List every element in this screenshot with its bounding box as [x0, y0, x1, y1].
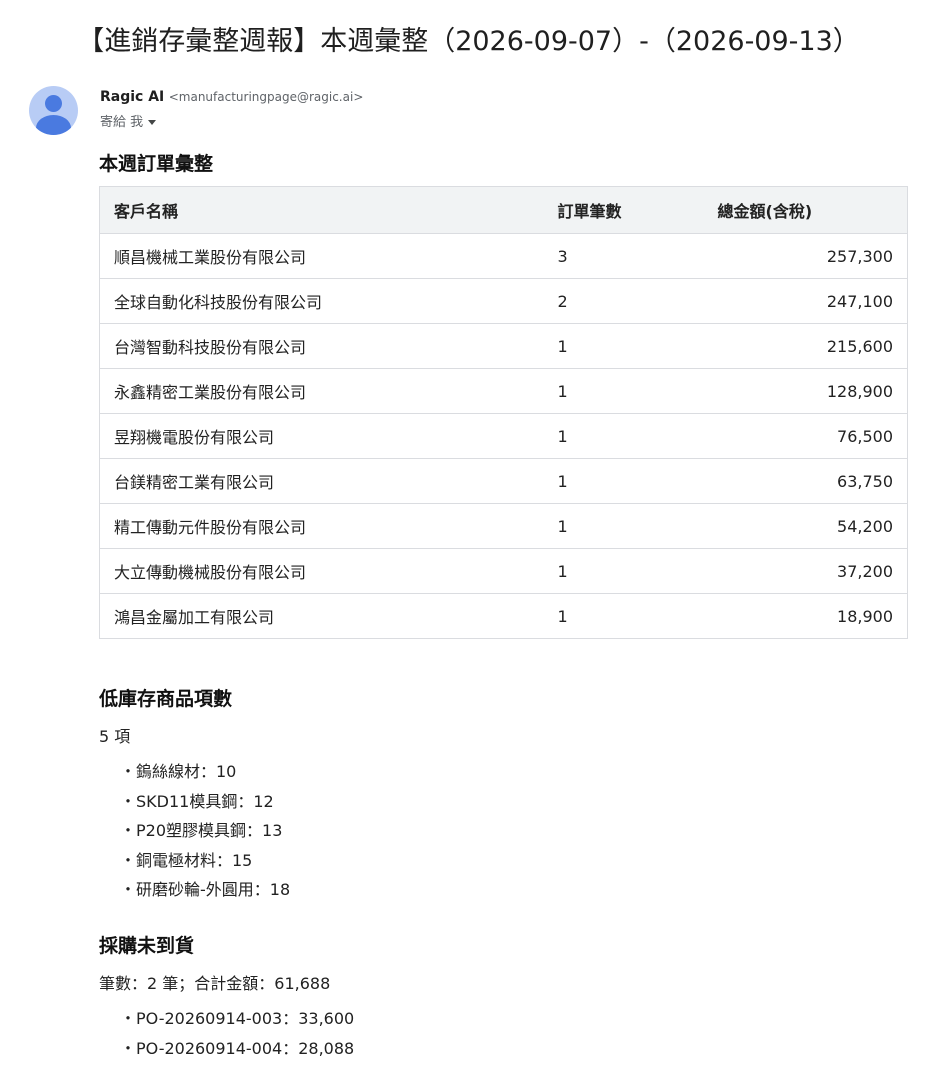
- list-item: 研磨砂輪-外圓用：18: [120, 875, 290, 905]
- cell-amount: 76,500: [703, 413, 908, 459]
- cell-order-count: 1: [543, 458, 704, 504]
- table-row: 台灣智動科技股份有限公司 1 215,600: [99, 323, 908, 369]
- cell-amount: 247,100: [703, 278, 908, 324]
- cell-amount: 215,600: [703, 323, 908, 369]
- table-row: 精工傳動元件股份有限公司 1 54,200: [99, 503, 908, 549]
- avatar-person-icon: [45, 95, 62, 112]
- cell-order-count: 2: [543, 278, 704, 324]
- low-stock-list: 鎢絲線材：10SKD11模具鋼：12P20塑膠模具鋼：13銅電極材料：15研磨砂…: [120, 757, 290, 905]
- pending-purchase-summary: 筆數：2 筆；合計金額：61,688: [99, 974, 331, 993]
- sender-name[interactable]: Ragic AI: [100, 89, 164, 105]
- cell-amount: 128,900: [703, 368, 908, 414]
- orders-table: 客戶名稱 訂單筆數 總金額(含稅) 順昌機械工業股份有限公司 3 257,300 全球…: [99, 186, 908, 639]
- cell-customer: 台鎂精密工業有限公司: [99, 458, 544, 504]
- sender-avatar[interactable]: [29, 86, 78, 135]
- table-row: 大立傳動機械股份有限公司 1 37,200: [99, 548, 908, 594]
- list-item: PO-20260914-004：28,088: [120, 1034, 354, 1064]
- cell-amount: 18,900: [703, 593, 908, 639]
- sender-line: Ragic AI <manufacturingpage@ragic.ai>: [100, 87, 363, 107]
- cell-customer: 昱翔機電股份有限公司: [99, 413, 544, 459]
- cell-order-count: 3: [543, 233, 704, 279]
- list-item: 銅電極材料：15: [120, 846, 290, 876]
- table-header-row: 客戶名稱 訂單筆數 總金額(含稅): [99, 186, 908, 234]
- cell-customer: 順昌機械工業股份有限公司: [99, 233, 544, 279]
- recipient-label: 寄給 我: [100, 115, 144, 130]
- table-row: 順昌機械工業股份有限公司 3 257,300: [99, 233, 908, 279]
- cell-customer: 鴻昌金屬加工有限公司: [99, 593, 544, 639]
- column-header-amount: 總金額(含稅): [703, 186, 908, 234]
- column-header-count: 訂單筆數: [543, 186, 704, 234]
- table-row: 永鑫精密工業股份有限公司 1 128,900: [99, 368, 908, 414]
- cell-customer: 台灣智動科技股份有限公司: [99, 323, 544, 369]
- pending-purchase-section-title: 採購未到貨: [99, 935, 195, 957]
- cell-amount: 37,200: [703, 548, 908, 594]
- cell-customer: 精工傳動元件股份有限公司: [99, 503, 544, 549]
- avatar-person-body: [36, 115, 71, 135]
- cell-order-count: 1: [543, 503, 704, 549]
- cell-customer: 全球自動化科技股份有限公司: [99, 278, 544, 324]
- email-subject: 【進銷存彙整週報】本週彙整（2026-09-07）-（2026-09-13）: [77, 26, 860, 57]
- table-row: 全球自動化科技股份有限公司 2 247,100: [99, 278, 908, 324]
- cell-amount: 63,750: [703, 458, 908, 504]
- table-row: 昱翔機電股份有限公司 1 76,500: [99, 413, 908, 459]
- table-row: 鴻昌金屬加工有限公司 1 18,900: [99, 593, 908, 639]
- cell-amount: 257,300: [703, 233, 908, 279]
- low-stock-section-title: 低庫存商品項數: [99, 688, 233, 710]
- column-header-customer: 客戶名稱: [99, 186, 544, 234]
- cell-order-count: 1: [543, 593, 704, 639]
- cell-order-count: 1: [543, 323, 704, 369]
- cell-amount: 54,200: [703, 503, 908, 549]
- recipient-details-toggle[interactable]: 寄給 我: [100, 113, 157, 133]
- cell-order-count: 1: [543, 413, 704, 459]
- orders-section-title: 本週訂單彙整: [99, 153, 214, 175]
- list-item: SKD11模具鋼：12: [120, 787, 290, 817]
- caret-down-icon: [148, 120, 157, 125]
- sender-email: <manufacturingpage@ragic.ai>: [168, 90, 364, 104]
- low-stock-summary: 5 項: [99, 727, 131, 746]
- pending-purchase-list: PO-20260914-003：33,600PO-20260914-004：28…: [120, 1004, 354, 1063]
- list-item: PO-20260914-003：33,600: [120, 1004, 354, 1034]
- table-row: 台鎂精密工業有限公司 1 63,750: [99, 458, 908, 504]
- cell-order-count: 1: [543, 368, 704, 414]
- cell-customer: 大立傳動機械股份有限公司: [99, 548, 544, 594]
- list-item: 鎢絲線材：10: [120, 757, 290, 787]
- cell-order-count: 1: [543, 548, 704, 594]
- list-item: P20塑膠模具鋼：13: [120, 816, 290, 846]
- cell-customer: 永鑫精密工業股份有限公司: [99, 368, 544, 414]
